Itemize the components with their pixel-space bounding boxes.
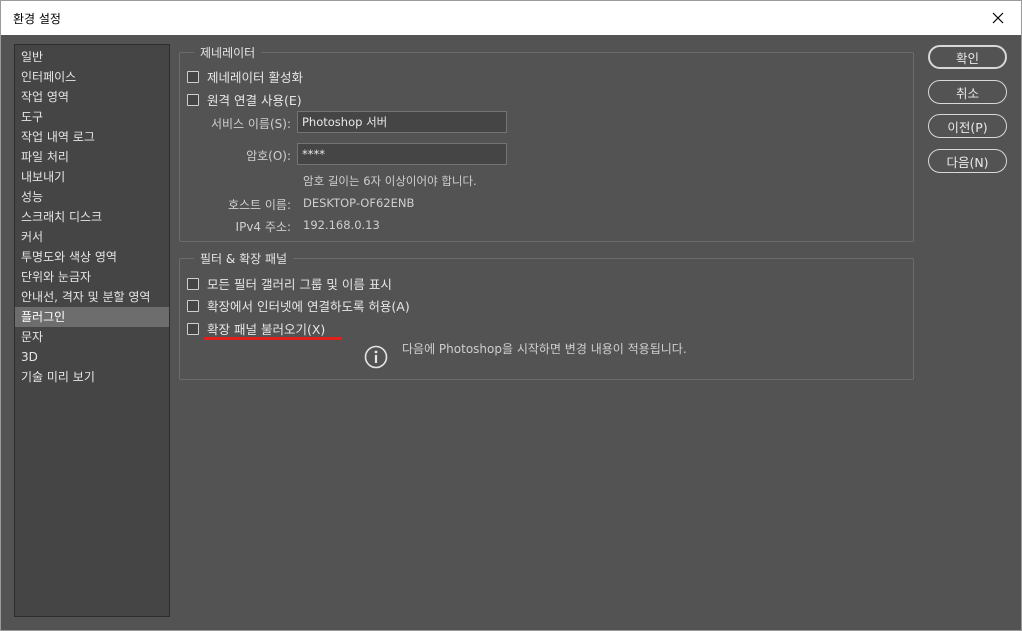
restart-note: 다음에 Photoshop을 시작하면 변경 내용이 적용됩니다. [402, 342, 687, 356]
info-icon [364, 345, 388, 369]
sidebar-item-export[interactable]: 내보내기 [15, 167, 169, 187]
enable-generator-label: 제네레이터 활성화 [207, 70, 303, 85]
ok-button[interactable]: 확인 [928, 45, 1007, 69]
window-title: 환경 설정 [13, 12, 61, 26]
load-extension-panels-label: 확장 패널 불러오기(X) [207, 322, 326, 337]
sidebar-item-tools[interactable]: 도구 [15, 107, 169, 127]
host-name-value: DESKTOP-OF62ENB [303, 196, 415, 210]
sidebar-item-file-handling[interactable]: 파일 처리 [15, 147, 169, 167]
service-name-label: 서비스 이름(S): [210, 117, 291, 131]
load-extension-panels-box[interactable] [187, 322, 199, 335]
close-icon [992, 12, 1004, 24]
sidebar-item-type[interactable]: 문자 [15, 327, 169, 347]
sidebar-item-technology-previews[interactable]: 기술 미리 보기 [15, 367, 169, 387]
show-all-filter-gallery-label: 모든 필터 갤러리 그룹 및 이름 표시 [207, 277, 392, 292]
generator-legend: 제네레이터 [194, 44, 262, 61]
host-name-label: 호스트 이름: [227, 198, 291, 212]
show-all-filter-gallery-checkbox[interactable]: 모든 필터 갤러리 그룹 및 이름 표시 [187, 274, 392, 293]
password-input[interactable] [297, 143, 507, 165]
enable-remote-box[interactable] [187, 93, 199, 106]
preferences-category-list: 일반 인터페이스 작업 영역 도구 작업 내역 로그 파일 처리 내보내기 성능… [14, 44, 170, 617]
ipv4-value: 192.168.0.13 [303, 218, 380, 232]
ipv4-label: IPv4 주소: [235, 220, 291, 234]
enable-remote-checkbox[interactable]: 원격 연결 사용(E) [187, 90, 302, 109]
enable-remote-label: 원격 연결 사용(E) [207, 93, 302, 108]
next-button[interactable]: 다음(N) [928, 149, 1007, 173]
allow-internet-label: 확장에서 인터넷에 연결하도록 허용(A) [207, 299, 410, 314]
enable-generator-checkbox[interactable]: 제네레이터 활성화 [187, 67, 303, 86]
cancel-button[interactable]: 취소 [928, 80, 1007, 104]
allow-internet-box[interactable] [187, 299, 199, 312]
sidebar-item-history-log[interactable]: 작업 내역 로그 [15, 127, 169, 147]
sidebar-item-scratch-disks[interactable]: 스크래치 디스크 [15, 207, 169, 227]
close-button[interactable] [975, 1, 1021, 35]
sidebar-item-interface[interactable]: 인터페이스 [15, 67, 169, 87]
sidebar-item-guides-grid-slices[interactable]: 안내선, 격자 및 분할 영역 [15, 287, 169, 307]
title-bar: 환경 설정 [1, 1, 1021, 35]
sidebar-item-workspace[interactable]: 작업 영역 [15, 87, 169, 107]
password-label: 암호(O): [246, 149, 291, 163]
load-extension-panels-checkbox[interactable]: 확장 패널 불러오기(X) [187, 319, 325, 338]
enable-generator-box[interactable] [187, 70, 199, 83]
red-underline-annotation [203, 337, 342, 340]
password-hint: 암호 길이는 6자 이상이어야 합니다. [303, 174, 477, 188]
sidebar-item-general[interactable]: 일반 [15, 47, 169, 67]
filters-extensions-legend: 필터 & 확장 패널 [194, 250, 294, 267]
sidebar-item-units-rulers[interactable]: 단위와 눈금자 [15, 267, 169, 287]
sidebar-item-plugins[interactable]: 플러그인 [15, 307, 169, 327]
allow-internet-checkbox[interactable]: 확장에서 인터넷에 연결하도록 허용(A) [187, 296, 410, 315]
sidebar-item-transparency-gamut[interactable]: 투명도와 색상 영역 [15, 247, 169, 267]
prev-button[interactable]: 이전(P) [928, 114, 1007, 138]
sidebar-item-performance[interactable]: 성능 [15, 187, 169, 207]
preferences-dialog: 환경 설정 일반 인터페이스 작업 영역 도구 작업 내역 로그 파일 처리 내… [0, 0, 1022, 631]
show-all-filter-gallery-box[interactable] [187, 277, 199, 290]
sidebar-item-3d[interactable]: 3D [15, 347, 169, 367]
sidebar-item-cursors[interactable]: 커서 [15, 227, 169, 247]
service-name-input[interactable] [297, 111, 507, 133]
